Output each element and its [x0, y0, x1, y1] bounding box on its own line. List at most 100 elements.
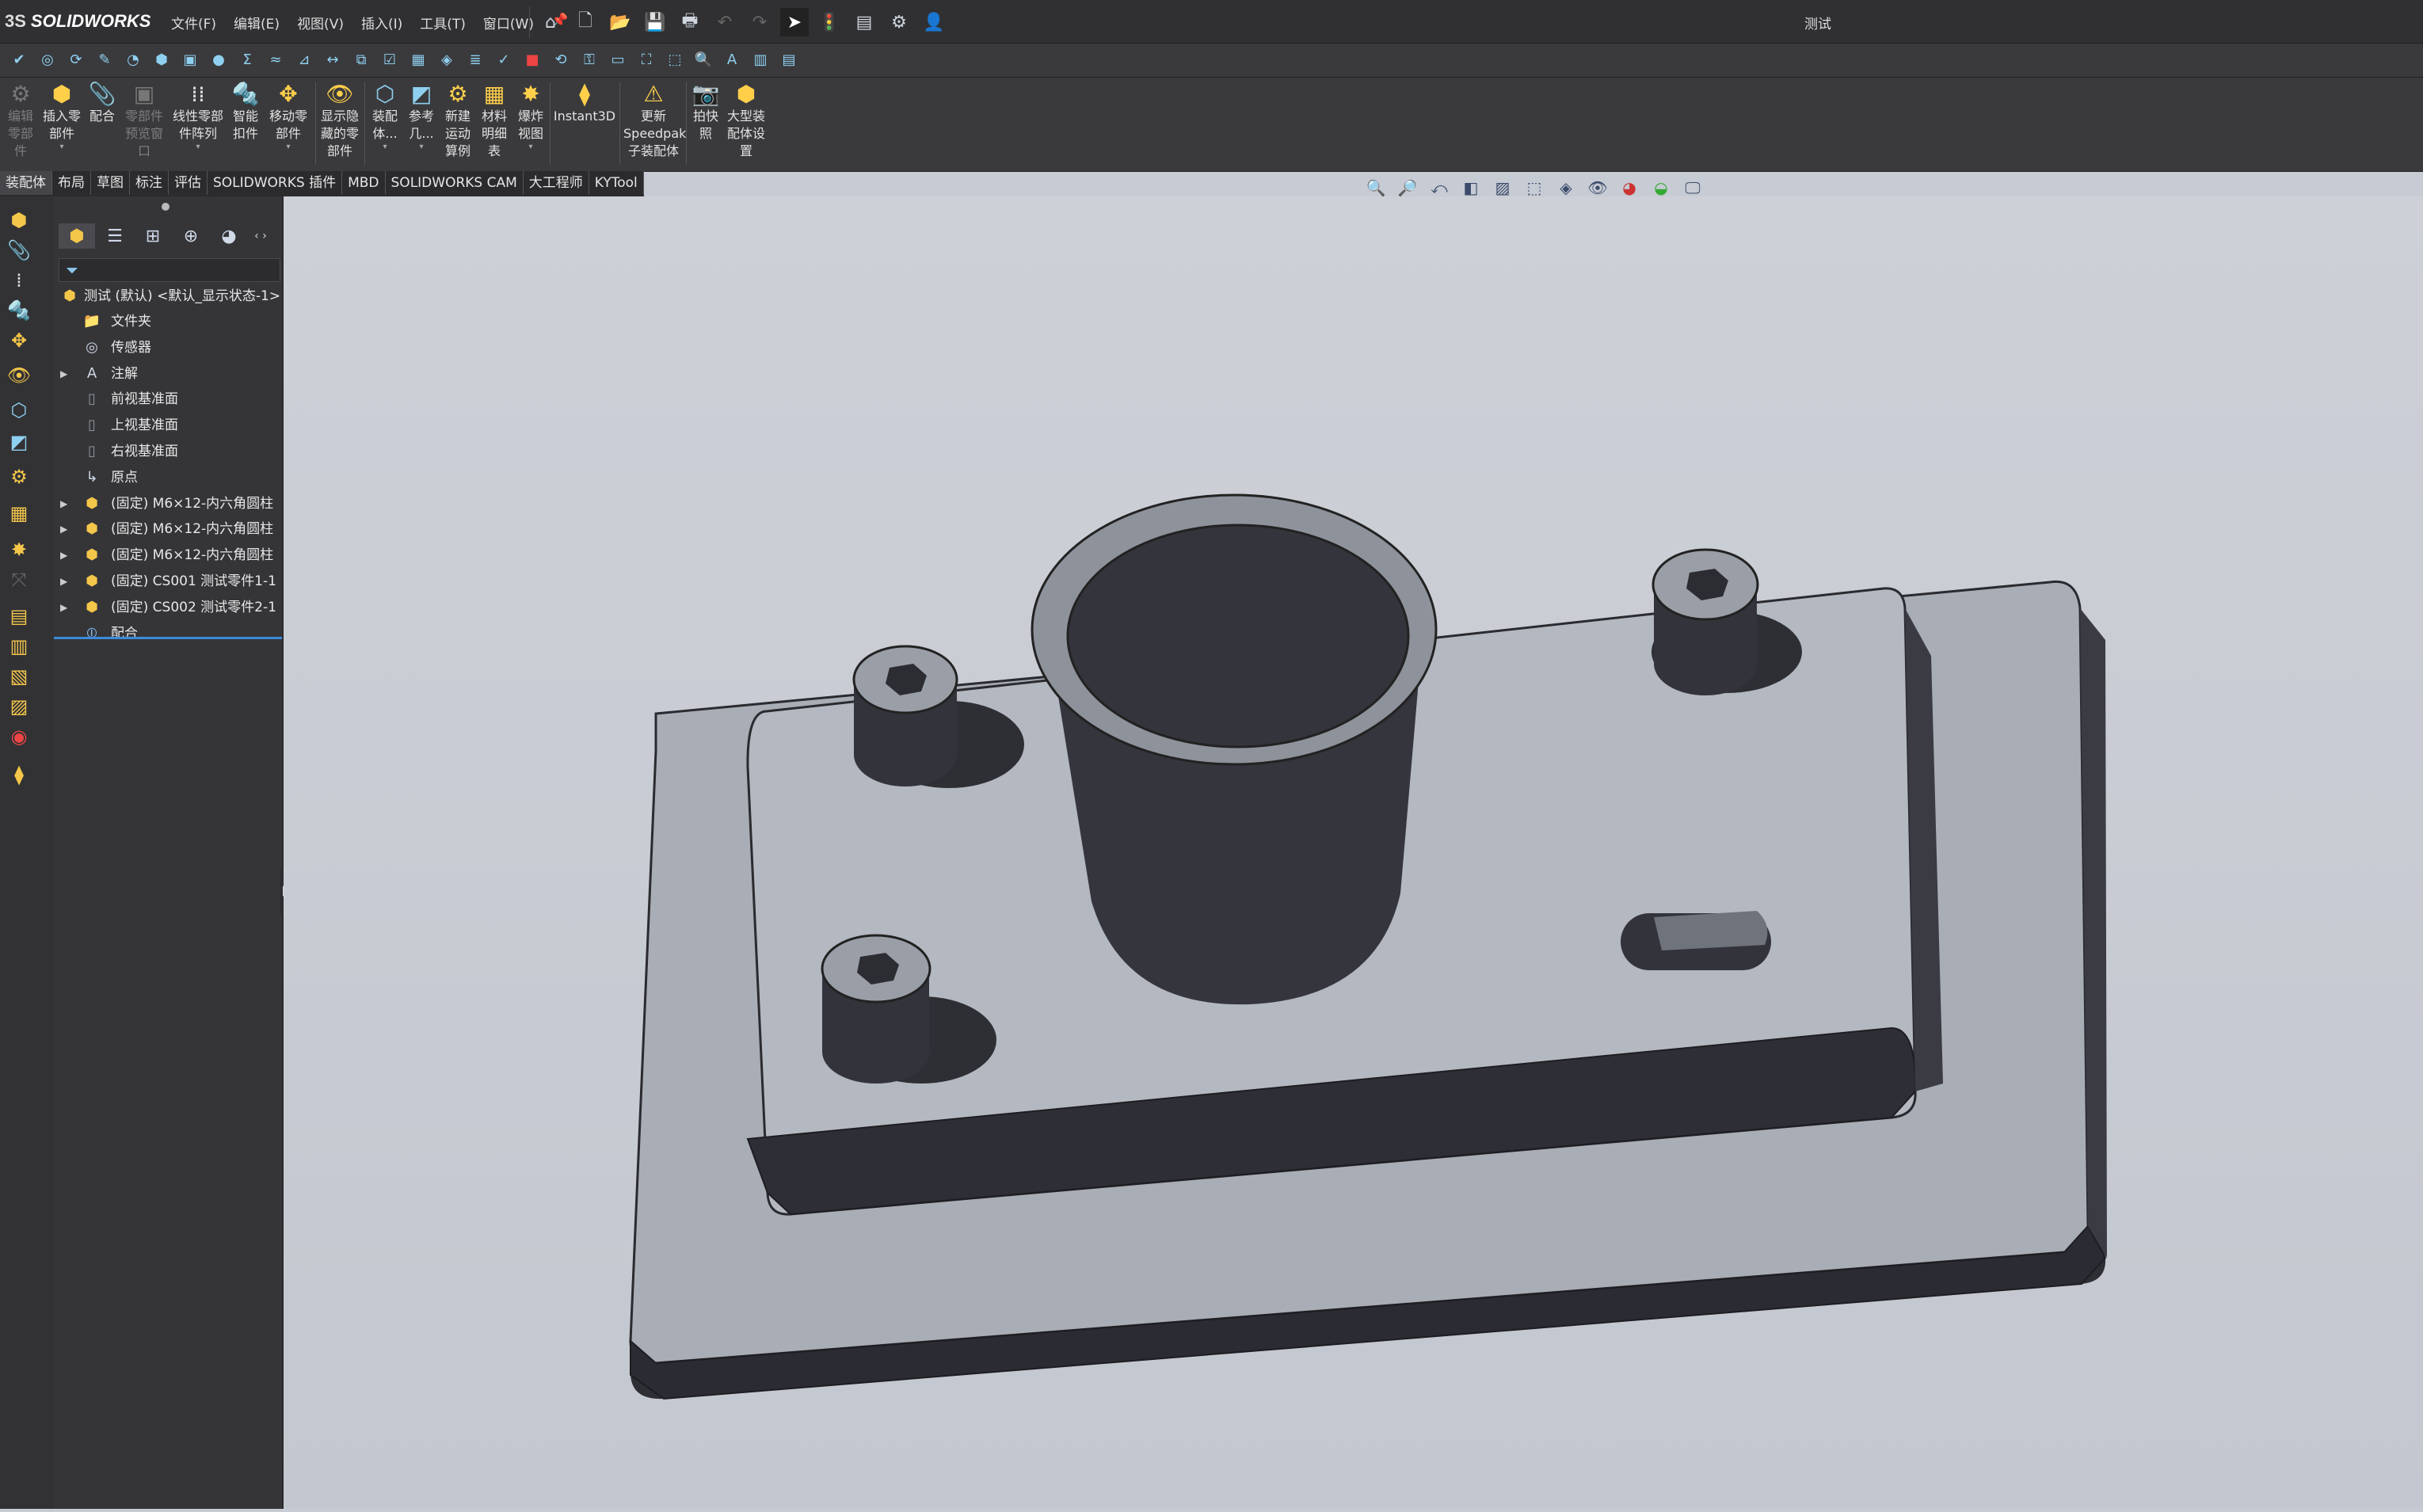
tab-addins[interactable]: SOLIDWORKS 插件 [208, 171, 343, 195]
menu-insert[interactable]: 插入(I) [358, 11, 406, 34]
expand-arrow-icon[interactable]: ▶ [60, 595, 67, 620]
take-snapshot-button[interactable]: 📷 拍快照 [689, 81, 722, 143]
rotate-icon[interactable]: ⟳ [63, 47, 89, 72]
redo-icon[interactable]: ↷ [745, 8, 774, 36]
tree-root[interactable]: ⬢ 测试 (默认) <默认_显示状态-1> [54, 284, 282, 309]
configuration-manager-tab-icon[interactable]: ⊞ [135, 223, 171, 249]
update-speedpak-button[interactable]: ⚠ 更新Speedpak子装配体 [623, 81, 686, 160]
tool-b-icon[interactable]: ▥ [5, 635, 33, 664]
apply-scene-icon[interactable]: ◒ [1648, 174, 1674, 201]
wave-icon[interactable]: ≈ [263, 47, 288, 72]
open-folder-icon[interactable]: 📂 [606, 8, 634, 36]
linear-pattern-button[interactable]: ⁞⁞ 线性零部件阵列 ▾ [170, 81, 227, 152]
explode-line-icon[interactable]: ⤧ [5, 569, 33, 597]
tool-e-icon[interactable]: ◉ [5, 726, 33, 754]
bom-icon[interactable]: ▦ [5, 502, 33, 531]
dynamic-annotation-icon[interactable]: ▨ [1489, 174, 1516, 201]
tree-item[interactable]: ▯ 前视基准面 [54, 387, 282, 412]
expand-arrow-icon[interactable]: ▶ [60, 543, 67, 568]
stack-icon[interactable]: ≣ [463, 47, 488, 72]
smart-fasteners-button[interactable]: 🔩 智能扣件 [228, 81, 263, 143]
reference-geometry-button[interactable]: ◩ 参考几... ▾ [404, 81, 439, 152]
key-icon[interactable]: ⚿ [577, 47, 602, 72]
menu-edit[interactable]: 编辑(E) [230, 11, 283, 34]
print-small-icon[interactable]: ▤ [776, 47, 802, 72]
display-style-icon[interactable]: ◈ [1552, 174, 1579, 201]
graphics-viewport[interactable] [284, 196, 2423, 1509]
zoom-icon[interactable]: ◎ [35, 47, 60, 72]
instant3d-icon[interactable]: ⧫ [5, 764, 33, 792]
save-icon[interactable]: 💾 [641, 8, 669, 36]
check-icon[interactable]: ✔ [6, 47, 32, 72]
undo-icon[interactable]: ↶ [711, 8, 739, 36]
edit-component-button[interactable]: ⚙ 编辑零部件 [3, 81, 38, 160]
tree-item[interactable]: ▶ ⬢ (固定) M6×12-内六角圆柱 [54, 491, 282, 516]
new-motion-study-button[interactable]: ⚙ 新建运动算例 [440, 81, 475, 160]
view-settings-icon[interactable]: 🖵 [1679, 174, 1706, 201]
tab-assembly[interactable]: 装配体 [0, 171, 52, 195]
tree-filter[interactable]: ⏷ [59, 258, 280, 282]
assembly-feature-icon[interactable]: ⬡ [5, 399, 33, 428]
dimension-icon[interactable]: ↔ [320, 47, 345, 72]
tree-item[interactable]: ⦶ 配合 [54, 621, 282, 646]
tree-item[interactable]: 📁 文件夹 [54, 309, 282, 334]
measure-icon[interactable]: ⊿ [291, 47, 317, 72]
approve-icon[interactable]: ✓ [491, 47, 516, 72]
tab-kytool[interactable]: KYTool [589, 171, 644, 195]
home-icon[interactable]: ⌂ [536, 8, 565, 36]
explode-icon[interactable]: ✸ [5, 539, 33, 567]
instant3d-button[interactable]: ⧫ Instant3D [553, 81, 616, 125]
feature-manager-tab-icon[interactable]: ⬢ [59, 223, 95, 249]
solidworks-logo[interactable]: 3S SOLIDWORKS [5, 8, 150, 35]
validate-icon[interactable]: ☑ [377, 47, 402, 72]
tree-item[interactable]: ▯ 右视基准面 [54, 439, 282, 464]
mate-button[interactable]: 📎 配合 [86, 81, 119, 125]
move-icon[interactable]: ✥ [5, 329, 33, 358]
previous-view-icon[interactable]: ⤺ [1426, 174, 1453, 201]
exploded-view-button[interactable]: ✸ 爆炸视图 ▾ [513, 81, 548, 152]
tool-a-icon[interactable]: ▤ [5, 605, 33, 634]
bill-of-materials-button[interactable]: ▦ 材料明细表 [477, 81, 512, 160]
print-icon[interactable]: 🖶 [676, 8, 704, 36]
edit-appearance-icon[interactable]: ◕ [1616, 174, 1643, 201]
expand-arrow-icon[interactable]: ▶ [60, 516, 67, 542]
fastener-icon[interactable]: 🔩 [5, 299, 33, 328]
chevron-down-icon[interactable]: ▾ [286, 143, 290, 152]
traffic-light-icon[interactable]: 🚦 [815, 8, 844, 36]
box-icon[interactable]: ▣ [177, 47, 203, 72]
monitor-icon[interactable]: ▭ [605, 47, 631, 72]
chip-icon[interactable]: ⬚ [662, 47, 688, 72]
tab-markup[interactable]: 标注 [130, 171, 169, 195]
copy-icon[interactable]: ⧉ [349, 47, 374, 72]
text-icon[interactable]: A [719, 47, 745, 72]
grid-icon[interactable]: ▥ [748, 47, 773, 72]
search-icon[interactable]: 🔍 [691, 47, 716, 72]
tree-item[interactable]: ↳ 原点 [54, 465, 282, 490]
tree-item[interactable]: ▶ A 注解 [54, 361, 282, 387]
panel-tab-scroll-icon[interactable]: ‹ › [249, 223, 272, 249]
show-hidden-icon[interactable]: 👁 [5, 364, 33, 393]
tab-evaluate[interactable]: 评估 [169, 171, 208, 195]
tree-item[interactable]: ▶ ⬢ (固定) CS002 测试零件2-1 [54, 595, 282, 620]
network-icon[interactable]: ⛶ [634, 47, 659, 72]
insert-part-icon[interactable]: ⬢ [5, 209, 33, 238]
panel-grip-dot[interactable] [162, 203, 170, 211]
tab-layout[interactable]: 布局 [52, 171, 91, 195]
property-manager-tab-icon[interactable]: ☰ [97, 223, 133, 249]
tree-rollback-bar[interactable] [54, 637, 282, 639]
chevron-down-icon[interactable]: ▾ [383, 143, 387, 152]
tree-item[interactable]: ▯ 上视基准面 [54, 413, 282, 438]
expand-arrow-icon[interactable]: ▶ [60, 361, 67, 387]
view-orientation-icon[interactable]: ⬚ [1521, 174, 1548, 201]
bolt-1[interactable] [852, 645, 1024, 788]
zoom-to-fit-icon[interactable]: 🔍 [1362, 174, 1389, 201]
table-icon[interactable]: ▦ [406, 47, 431, 72]
tab-cam[interactable]: SOLIDWORKS CAM [386, 171, 524, 195]
tab-engineer[interactable]: 大工程师 [524, 171, 589, 195]
dimxpert-tab-icon[interactable]: ⊕ [173, 223, 209, 249]
reference-geometry-icon[interactable]: ◩ [5, 431, 33, 459]
large-assembly-settings-button[interactable]: ⬢ 大型装配体设置 [724, 81, 768, 160]
menu-view[interactable]: 视图(V) [294, 11, 347, 34]
assembly-features-button[interactable]: ⬡ 装配体... ▾ [368, 81, 402, 152]
user-login-icon[interactable]: 👤 [920, 8, 948, 36]
